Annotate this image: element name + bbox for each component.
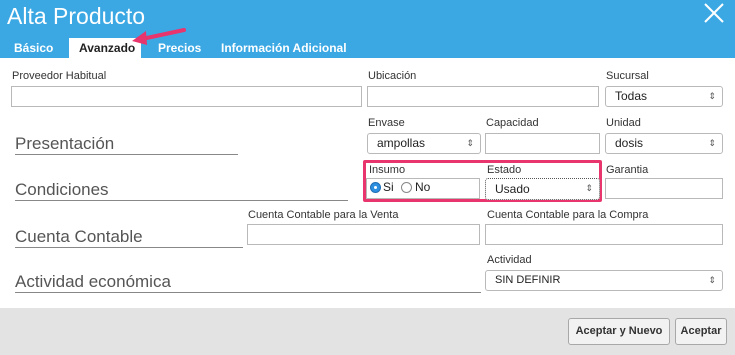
section-condiciones: Condiciones <box>15 180 348 201</box>
unidad-label: Unidad <box>606 117 641 129</box>
select-arrows-icon: ⇕ <box>708 275 716 285</box>
select-arrows-icon: ⇕ <box>466 138 474 148</box>
unidad-select[interactable]: dosis ⇕ <box>605 133 723 154</box>
estado-select[interactable]: Usado ⇕ <box>485 178 600 200</box>
insumo-no-radio[interactable] <box>401 182 412 193</box>
dialog-footer: Aceptar y Nuevo Aceptar <box>0 308 735 355</box>
tab-basico[interactable]: Básico <box>8 38 53 58</box>
select-arrows-icon: ⇕ <box>585 183 593 193</box>
aceptar-y-nuevo-button[interactable]: Aceptar y Nuevo <box>568 318 670 345</box>
insumo-label: Insumo <box>369 164 406 176</box>
envase-value: ampollas <box>377 136 426 150</box>
insumo-si-label: Si <box>383 180 394 194</box>
proveedor-habitual-input[interactable] <box>11 86 362 107</box>
dialog-title: Alta Producto <box>7 3 146 29</box>
estado-label: Estado <box>487 164 522 176</box>
capacidad-input[interactable] <box>485 133 600 154</box>
dialog-header: Alta Producto Básico Avanzado Precios In… <box>0 0 735 59</box>
sucursal-label: Sucursal <box>606 70 649 82</box>
envase-select[interactable]: ampollas ⇕ <box>367 133 481 154</box>
select-arrows-icon: ⇕ <box>708 91 716 101</box>
actividad-label: Actividad <box>487 254 532 266</box>
select-arrows-icon: ⇕ <box>708 138 716 148</box>
sucursal-value: Todas <box>615 89 648 103</box>
cuenta-venta-label: Cuenta Contable para la Venta <box>248 209 399 221</box>
tab-informacion-adicional[interactable]: Información Adicional <box>214 38 354 58</box>
section-cuenta-contable: Cuenta Contable <box>15 227 243 248</box>
garantia-input[interactable] <box>605 178 723 199</box>
unidad-value: dosis <box>615 136 644 150</box>
section-actividad-economica: Actividad económica <box>15 272 481 293</box>
estado-value: Usado <box>495 182 530 196</box>
actividad-select[interactable]: SIN DEFINIR ⇕ <box>485 270 723 291</box>
close-icon[interactable] <box>703 2 725 24</box>
cuenta-compra-input[interactable] <box>485 224 723 245</box>
insumo-si-radio[interactable] <box>370 182 381 193</box>
section-presentacion: Presentación <box>15 134 238 155</box>
insumo-no-label: No <box>415 180 431 194</box>
ubicacion-label: Ubicación <box>368 70 417 82</box>
aceptar-button[interactable]: Aceptar <box>675 318 727 345</box>
ubicacion-input[interactable] <box>367 86 599 107</box>
annotation-arrow-icon <box>132 28 186 45</box>
proveedor-habitual-label: Proveedor Habitual <box>12 70 107 82</box>
sucursal-select[interactable]: Todas ⇕ <box>605 86 723 107</box>
capacidad-label: Capacidad <box>486 117 539 129</box>
cuenta-venta-input[interactable] <box>247 224 480 245</box>
actividad-value: SIN DEFINIR <box>495 274 561 286</box>
cuenta-compra-label: Cuenta Contable para la Compra <box>487 209 649 221</box>
garantia-label: Garantia <box>606 164 649 176</box>
envase-label: Envase <box>368 117 405 129</box>
